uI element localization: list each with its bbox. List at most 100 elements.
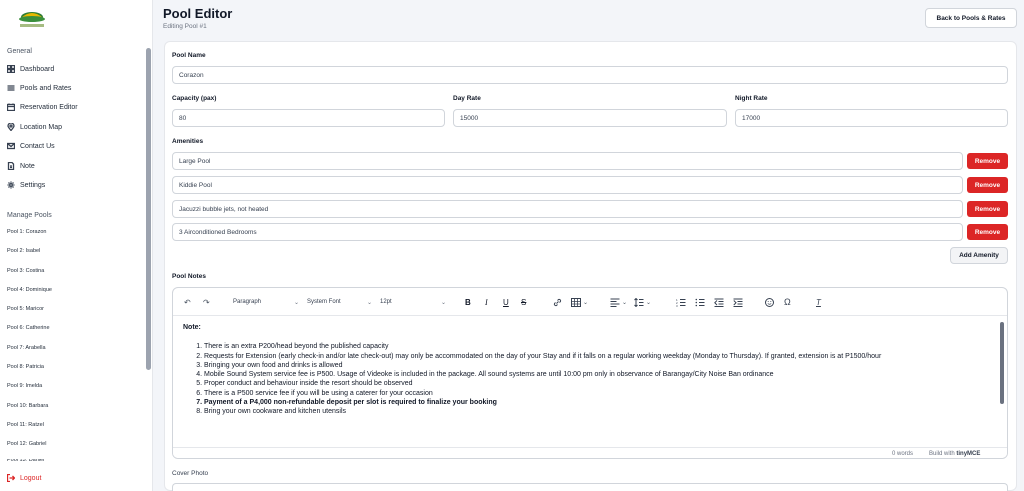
sidebar-pool-item[interactable]: Pool 13: Daniel <box>7 459 44 464</box>
pool-name-input[interactable]: Corazon <box>172 66 1008 84</box>
main-scrollbar[interactable] <box>1020 40 1023 490</box>
outdent-icon[interactable] <box>714 298 724 307</box>
sidebar-pool-item[interactable]: Pool 10: Barbara <box>7 403 48 409</box>
svg-text:3: 3 <box>676 304 678 307</box>
italic-icon[interactable]: I <box>485 295 488 309</box>
capacity-input[interactable]: 80 <box>172 109 445 127</box>
sidebar-item-label: Location Map <box>20 123 63 131</box>
undo-icon[interactable]: ↶ <box>184 295 191 309</box>
redo-icon[interactable]: ↷ <box>203 295 210 309</box>
day-rate-input[interactable]: 15000 <box>453 109 727 127</box>
remove-amenity-button[interactable]: Remove <box>967 153 1008 169</box>
sidebar-item-settings[interactable]: Settings <box>7 180 45 190</box>
add-amenity-button[interactable]: Add Amenity <box>950 247 1008 264</box>
numbered-list-icon[interactable]: 123 <box>676 298 686 307</box>
sidebar-pool-item[interactable]: Pool 5: Maricor <box>7 306 44 312</box>
chevron-down-icon[interactable]: ⌄ <box>583 295 588 309</box>
remove-amenity-button[interactable]: Remove <box>967 177 1008 193</box>
sidebar-pool-item[interactable]: Pool 11: Ratzel <box>7 422 44 428</box>
sidebar-item-label: Settings <box>20 181 46 189</box>
sidebar-item-note[interactable]: Note <box>7 161 35 171</box>
logout-button[interactable]: Logout <box>7 474 41 482</box>
indent-icon[interactable] <box>733 298 743 307</box>
emoji-icon[interactable] <box>765 298 774 307</box>
night-rate-label: Night Rate <box>735 95 768 102</box>
logout-label: Logout <box>20 474 42 482</box>
sidebar-pool-item[interactable]: Pool 9: Imelda <box>7 383 42 389</box>
gear-icon <box>7 181 15 189</box>
bullet-list-icon[interactable] <box>695 298 705 307</box>
editor-content[interactable]: Note: There is an extra P200/head beyond… <box>183 323 993 417</box>
sidebar-item-reservation-editor[interactable]: Reservation Editor <box>7 102 78 112</box>
sidebar-item-location-map[interactable]: Location Map <box>7 122 62 132</box>
notes-list: There is an extra P200/head beyond the p… <box>183 342 993 416</box>
underline-icon[interactable]: U <box>503 295 509 309</box>
amenity-input[interactable]: Large Pool <box>172 152 963 170</box>
capacity-label: Capacity (pax) <box>172 95 217 102</box>
cover-photo-label: Cover Photo <box>172 470 209 477</box>
amenity-input[interactable]: 3 Airconditioned Bedrooms <box>172 223 963 241</box>
amenity-input[interactable]: Kiddie Pool <box>172 176 963 194</box>
mail-icon <box>7 142 15 150</box>
day-rate-label: Day Rate <box>453 95 481 102</box>
night-rate-input[interactable]: 17000 <box>735 109 1008 127</box>
sidebar-item-pools-and-rates[interactable]: Pools and Rates <box>7 83 71 93</box>
table-icon[interactable] <box>571 298 581 307</box>
sidebar-item-contact-us[interactable]: Contact Us <box>7 141 55 151</box>
list-icon <box>7 85 15 91</box>
grid-icon <box>7 65 15 73</box>
clear-formatting-icon[interactable]: T <box>816 295 821 309</box>
bold-icon[interactable]: B <box>465 295 471 309</box>
chevron-down-icon[interactable]: ⌄ <box>622 295 627 309</box>
tinymce-logo: tinyMCE <box>956 451 981 457</box>
word-count: 0 words <box>892 451 914 457</box>
font-family-value: System Font <box>307 299 341 305</box>
page-subtitle: Editing Pool #1 <box>163 23 207 30</box>
link-icon[interactable] <box>553 298 562 307</box>
amenity-input[interactable]: Jacuzzi bubble jets, not heated <box>172 200 963 218</box>
back-to-pools-button[interactable]: Back to Pools & Rates <box>925 8 1017 28</box>
sidebar-pool-item[interactable]: Pool 1: Corazon <box>7 229 46 235</box>
sidebar-pool-item[interactable]: Pool 7: Arabella <box>7 345 46 351</box>
font-size-select[interactable]: 12pt ⌄ <box>380 295 446 309</box>
tinymce-branding[interactable]: Build with tinyMCE <box>929 451 980 457</box>
line-height-icon[interactable] <box>634 298 644 307</box>
remove-amenity-button[interactable]: Remove <box>967 224 1008 240</box>
note-item: Bringing your own food and drinks is all… <box>204 361 993 370</box>
font-family-select[interactable]: System Font ⌄ <box>307 295 372 309</box>
sidebar-pool-item[interactable]: Pool 8: Patricia <box>7 364 44 370</box>
built-with-label: Build with <box>929 451 955 457</box>
sidebar-scrollbar[interactable] <box>146 48 151 370</box>
note-item: Mobile Sound System service fee is P500.… <box>204 370 993 379</box>
sidebar-pool-item[interactable]: Pool 6: Catherine <box>7 325 50 331</box>
align-icon[interactable] <box>610 298 620 307</box>
general-section-title: General <box>7 48 32 55</box>
logout-icon <box>7 474 15 482</box>
editor-scrollbar[interactable] <box>1000 322 1004 404</box>
sidebar-item-label: Dashboard <box>20 65 55 73</box>
sidebar-pool-item[interactable]: Pool 12: Gabriel <box>7 441 46 447</box>
block-format-select[interactable]: Paragraph ⌄ <box>233 295 299 309</box>
strikethrough-icon[interactable]: S <box>521 295 526 309</box>
sidebar-item-label: Note <box>20 162 35 170</box>
chevron-down-icon: ⌄ <box>293 299 299 306</box>
sidebar-pool-item[interactable]: Pool 4: Dominique <box>7 287 52 293</box>
sidebar-pool-item[interactable]: Pool 3: Costina <box>7 268 44 274</box>
special-character-icon[interactable]: Ω <box>784 295 791 309</box>
sidebar-item-dashboard[interactable]: Dashboard <box>7 64 54 74</box>
rich-text-editor[interactable]: ↶ ↷ Paragraph ⌄ System Font ⌄ 12pt ⌄ B I… <box>172 287 1008 459</box>
pool-name-label: Pool Name <box>172 52 206 59</box>
note-item: Bring your own cookware and kitchen uten… <box>204 407 993 416</box>
sidebar-pool-item[interactable]: Pool 2: Isabel <box>7 248 40 254</box>
note-item: There is a P500 service fee if you will … <box>204 389 993 398</box>
pool-notes-label: Pool Notes <box>172 273 206 280</box>
calendar-icon <box>7 103 15 111</box>
note-item: Payment of a P4,000 non-refundable depos… <box>204 398 993 407</box>
editor-statusbar: 0 words Build with tinyMCE <box>173 447 1007 458</box>
remove-amenity-button[interactable]: Remove <box>967 201 1008 217</box>
cover-photo-input[interactable] <box>172 483 1008 491</box>
chevron-down-icon[interactable]: ⌄ <box>646 295 651 309</box>
editor-toolbar: ↶ ↷ Paragraph ⌄ System Font ⌄ 12pt ⌄ B I… <box>173 288 1007 316</box>
resort-logo <box>19 12 45 27</box>
note-item: There is an extra P200/head beyond the p… <box>204 342 993 351</box>
